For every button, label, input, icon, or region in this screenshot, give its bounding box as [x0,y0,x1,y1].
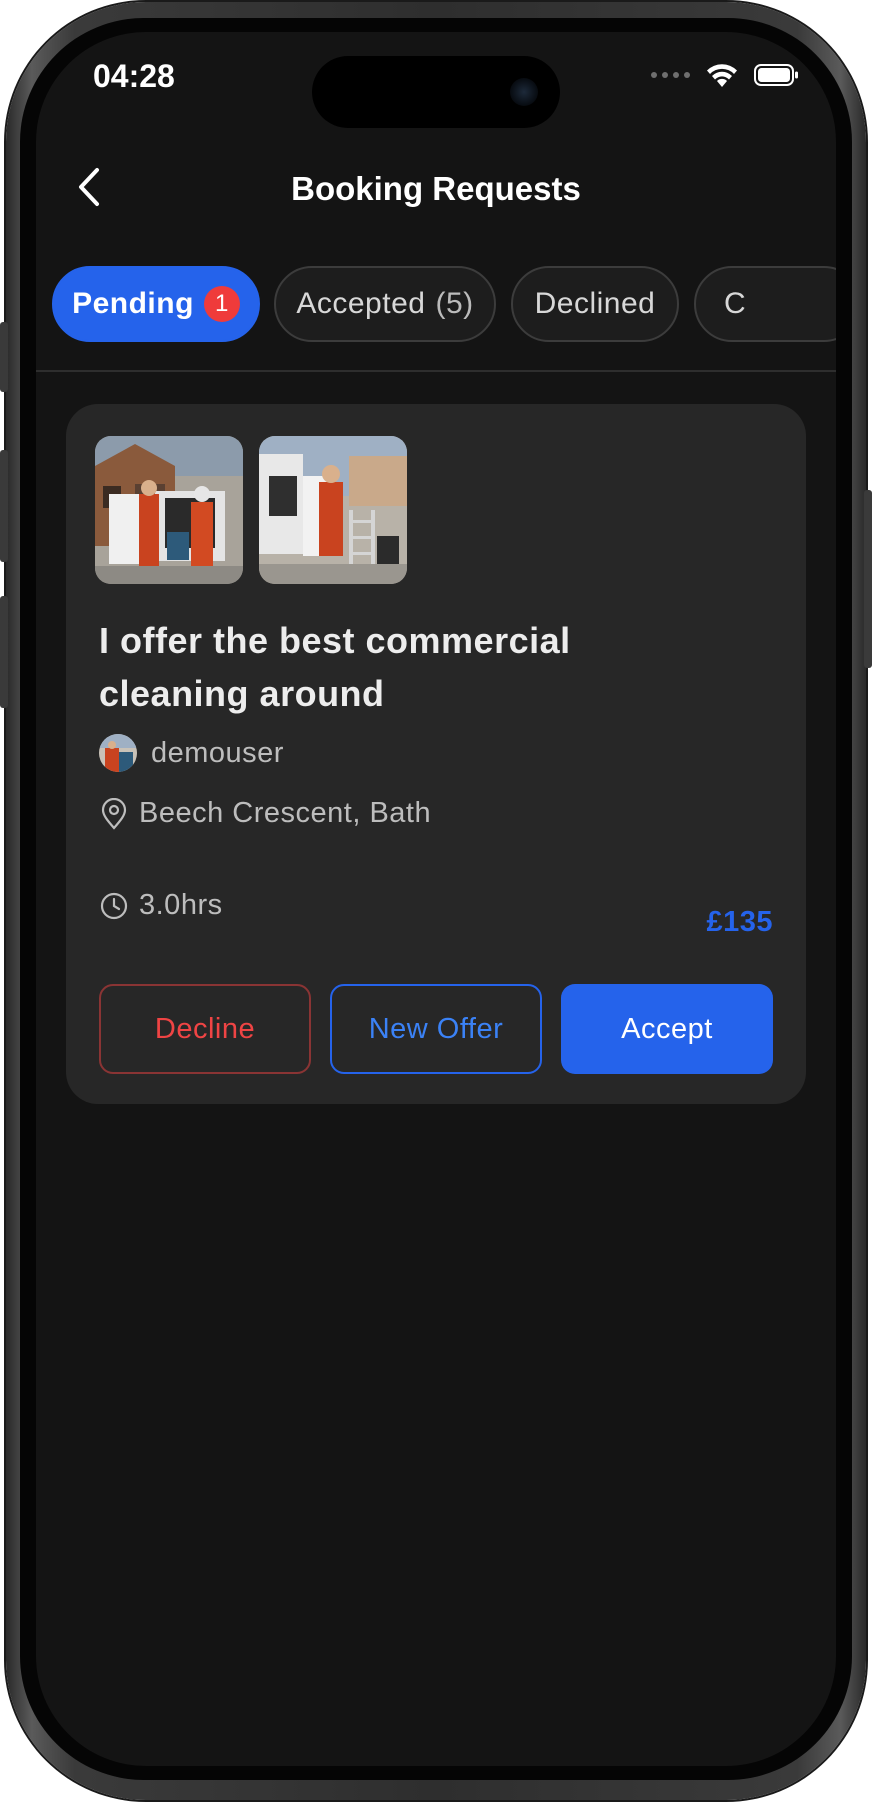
new-offer-button[interactable]: New Offer [330,984,542,1074]
tab-accepted[interactable]: Accepted (5) [274,266,496,342]
status-time: 04:28 [93,58,175,94]
volume-up-button [0,450,8,562]
screen: 04:28 Booking Requests Pending 1 Accepte… [36,32,836,1766]
tab-completed-label: C [724,287,747,320]
status-tabs: Pending 1 Accepted (5) Declined C [52,266,836,344]
service-title: I offer the best commercial cleaning aro… [99,620,571,714]
signal-dots-icon [651,72,690,78]
tabs-divider [36,370,836,372]
tab-declined-label: Declined [534,287,656,320]
tab-pending[interactable]: Pending 1 [52,266,260,342]
volume-down-button [0,596,8,708]
tab-pending-label: Pending [72,287,194,320]
decline-button[interactable]: Decline [99,984,311,1074]
pending-count-badge: 1 [203,286,240,322]
status-icons [651,62,800,88]
top-nav: Booking Requests [36,152,836,224]
tab-declined[interactable]: Declined [511,266,679,342]
location-text: Beech Crescent, Bath [139,797,432,829]
page-title: Booking Requests [291,170,581,207]
price: £135 [706,906,773,938]
duration-text: 3.0hrs [139,889,223,921]
service-photo-2[interactable] [259,436,407,584]
avatar [99,734,137,772]
battery-icon [754,64,798,86]
action-button [0,322,8,392]
provider-row[interactable]: demouser [99,734,284,772]
tab-completed[interactable]: C [694,266,836,342]
duration-info: 3.0hrs [99,889,223,922]
card-actions: Decline New Offer Accept [99,984,773,1074]
location-info: Beech Crescent, Bath [99,797,431,830]
clock-icon [100,892,128,919]
accept-button[interactable]: Accept [561,984,773,1074]
power-button [864,490,872,668]
tab-accepted-count: (5) [435,287,474,320]
booking-request-card[interactable]: I offer the best commercial cleaning aro… [66,404,806,1104]
tab-accepted-label: Accepted [296,287,426,320]
service-photo-1[interactable] [95,436,243,584]
provider-username: demouser [151,736,284,769]
dynamic-island [312,56,560,128]
camera-icon [510,78,538,106]
wifi-icon [707,64,737,87]
location-pin-icon [101,797,127,830]
